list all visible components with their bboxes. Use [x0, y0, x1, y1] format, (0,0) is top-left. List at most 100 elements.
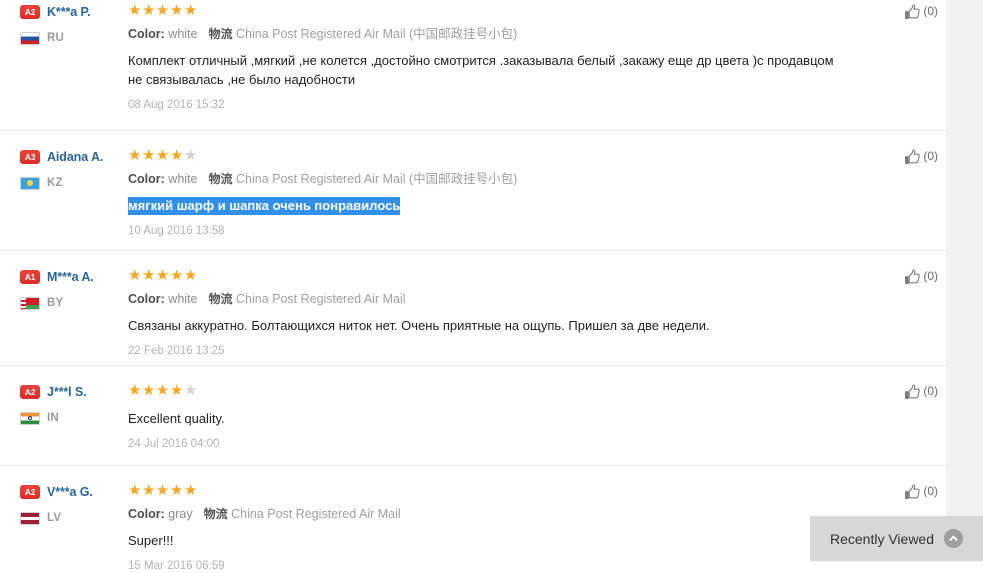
review-text: Excellent quality. [128, 411, 225, 426]
review-meta-line: Color: white 物流 China Post Registered Air… [128, 26, 848, 42]
review-text: Связаны аккуратно. Болтающихся ниток нет… [128, 318, 710, 333]
review-item: A3 Aidana A. KZ ★★★★★ Color: white 物流 China P… [0, 131, 946, 251]
helpful-count: (0) [923, 269, 938, 283]
review-body-column: ★★★★★ Color: white 物流 China Post Registere… [128, 265, 858, 365]
star-rating: ★★★★★ [128, 382, 848, 400]
star-filled-icon: ★ [169, 382, 184, 399]
author-line: A2 K***a P. [20, 2, 128, 22]
country-code: RU [47, 32, 65, 44]
review-body-column: ★★★★★ Excellent quality. 24 Jul 2016 04:00 [128, 380, 858, 465]
review-date: 24 Jul 2016 04:00 [128, 438, 220, 450]
star-filled-icon: ★ [155, 267, 170, 284]
thumbs-up-icon[interactable] [904, 269, 921, 285]
author-name[interactable]: Aidana A. [47, 150, 103, 164]
star-empty-icon: ★ [183, 382, 198, 399]
country-code: LV [47, 512, 62, 524]
country-code: BY [47, 297, 64, 309]
buyer-level-badge: A2 [20, 385, 40, 399]
thumbs-up-icon[interactable] [904, 149, 921, 165]
review-meta-line: Color: gray 物流 China Post Registered Air … [128, 506, 848, 522]
review-text: мягкий шарф и шапка очень понравилось [128, 196, 848, 215]
logistics-name: China Post Registered Air Mail [235, 292, 406, 306]
author-name[interactable]: M***a A. [47, 270, 94, 284]
helpful-column: (0) [858, 145, 946, 250]
star-filled-icon: ★ [155, 2, 170, 19]
star-filled-icon: ★ [128, 267, 142, 284]
logistics-name: China Post Registered Air Mail (中国邮政挂号小包… [235, 172, 518, 186]
star-rating: ★★★★★ [128, 267, 848, 285]
logistics-mark: 物流 [203, 507, 228, 521]
review-item: A2 V***a G. LV ★★★★★ Color: gray 物流 China Pos… [0, 466, 946, 572]
buyer-level-badge: A1 [20, 270, 40, 284]
country-line: BY [20, 293, 128, 313]
star-rating: ★★★★★ [128, 147, 848, 165]
country-line: KZ [20, 173, 128, 193]
buyer-level-badge: A3 [20, 150, 40, 164]
country-flag-icon [20, 296, 40, 310]
color-label: Color: [128, 507, 165, 521]
buyer-level-badge: A2 [20, 5, 40, 19]
helpful-column: (0) [858, 0, 946, 130]
author-name[interactable]: K***a P. [47, 5, 91, 19]
star-filled-icon: ★ [141, 482, 156, 499]
logistics-mark: 物流 [208, 172, 233, 186]
review-text: Super!!! [128, 533, 174, 548]
review-author-column: A2 J***l S. IN [0, 380, 128, 465]
star-filled-icon: ★ [141, 2, 156, 19]
logistics-mark: 物流 [208, 292, 233, 306]
thumbs-up-icon[interactable] [904, 484, 921, 500]
star-filled-icon: ★ [128, 482, 142, 499]
star-filled-icon: ★ [183, 267, 198, 284]
helpful-count: (0) [923, 484, 938, 498]
thumbs-up-icon[interactable] [904, 4, 921, 20]
review-body-column: ★★★★★ Color: gray 物流 China Post Registered… [128, 480, 858, 572]
color-label: Color: [128, 292, 165, 306]
review-meta-line: Color: white 物流 China Post Registered Air… [128, 171, 848, 187]
star-empty-icon: ★ [183, 147, 198, 164]
country-flag-icon [20, 411, 40, 425]
review-author-column: A3 Aidana A. KZ [0, 145, 128, 250]
thumbs-up-icon[interactable] [904, 384, 921, 400]
review-item: A2 J***l S. IN ★★★★★ Excellent quality. 24 Ju… [0, 366, 946, 466]
country-flag-icon [20, 176, 40, 190]
helpful-count: (0) [923, 149, 938, 163]
review-body-column: ★★★★★ Color: white 物流 China Post Registere… [128, 145, 858, 250]
review-date: 10 Aug 2016 13:58 [128, 225, 225, 237]
star-filled-icon: ★ [183, 2, 198, 19]
author-name[interactable]: J***l S. [47, 385, 87, 399]
color-value: white [168, 27, 198, 41]
star-filled-icon: ★ [183, 482, 198, 499]
review-text: Комплект отличный ,мягкий ,не колется ,д… [128, 53, 834, 87]
chevron-up-icon[interactable] [944, 529, 964, 548]
star-filled-icon: ★ [141, 382, 156, 399]
page-right-gutter [945, 0, 983, 561]
star-filled-icon: ★ [141, 147, 156, 164]
star-filled-icon: ★ [128, 2, 142, 19]
country-flag-icon [20, 31, 40, 45]
review-date: 15 Mar 2016 06:59 [128, 560, 225, 572]
helpful-count: (0) [923, 384, 938, 398]
star-filled-icon: ★ [169, 147, 184, 164]
country-flag-icon [20, 511, 40, 525]
buyer-level-badge: A2 [20, 485, 40, 499]
recently-viewed-tab[interactable]: Recently Viewed [810, 516, 983, 561]
logistics-mark: 物流 [208, 27, 233, 41]
author-line: A2 V***a G. [20, 482, 128, 502]
color-label: Color: [128, 27, 165, 41]
author-name[interactable]: V***a G. [47, 485, 93, 499]
review-item: A1 M***a A. BY ★★★★★ Color: white 物流 China Po… [0, 251, 946, 366]
country-line: LV [20, 508, 128, 528]
review-author-column: A2 K***a P. RU [0, 0, 128, 130]
helpful-count: (0) [923, 4, 938, 18]
country-code: IN [47, 412, 59, 424]
review-item: A2 K***a P. RU ★★★★★ Color: white 物流 China Po… [0, 0, 946, 131]
star-filled-icon: ★ [155, 147, 170, 164]
star-filled-icon: ★ [128, 147, 142, 164]
star-rating: ★★★★★ [128, 482, 848, 500]
review-meta-line: Color: white 物流 China Post Registered Air… [128, 291, 848, 307]
review-author-column: A2 V***a G. LV [0, 480, 128, 561]
star-rating: ★★★★★ [128, 2, 848, 20]
logistics-name: China Post Registered Air Mail (中国邮政挂号小包… [235, 27, 518, 41]
color-value: white [168, 292, 198, 306]
color-label: Color: [128, 172, 165, 186]
